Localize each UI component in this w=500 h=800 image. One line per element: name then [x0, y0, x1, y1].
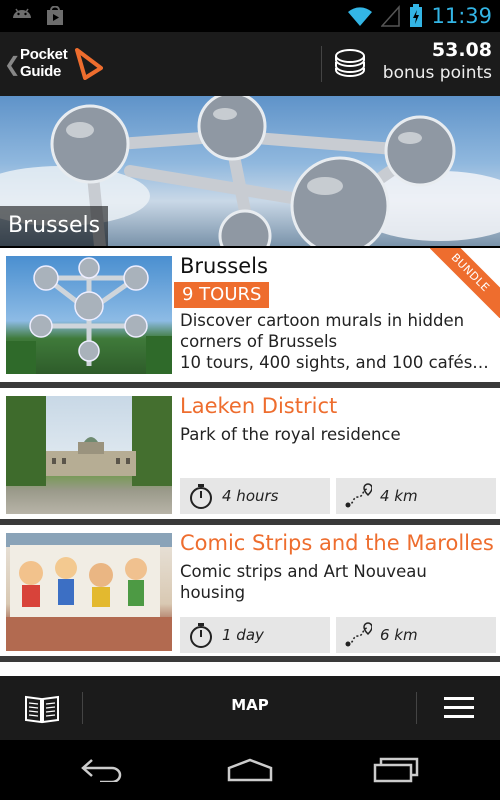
- list-item-comic-strips-marolles[interactable]: Comic Strips and the Marolles Comic stri…: [0, 525, 500, 656]
- distance-chip: 6 km: [336, 617, 496, 653]
- card-description-line1: Discover cartoon murals in hidden: [180, 311, 465, 330]
- distance-value: 6 km: [380, 626, 418, 644]
- card-title: Laeken District: [180, 394, 338, 418]
- duration-chip: 4 hours: [180, 478, 330, 514]
- pocket-guide-logo[interactable]: Pocket Guide: [20, 46, 110, 82]
- signal-icon: [381, 5, 401, 27]
- card-description-line1: Park of the royal residence: [180, 425, 401, 444]
- duration-value: 1 day: [222, 626, 264, 644]
- list-item-brussels-bundle[interactable]: Brussels 9 TOURS Discover cartoon murals…: [0, 248, 500, 382]
- bonus-points-label: bonus points: [382, 63, 492, 83]
- battery-charging-icon: [410, 4, 423, 27]
- header-divider: [321, 46, 322, 82]
- card-description: Comic strips and Art Nouveau housing: [180, 561, 496, 603]
- logo-arrow-icon: [75, 48, 103, 80]
- distance-value: 4 km: [380, 487, 418, 505]
- card-description-line2: corners of Brussels: [180, 332, 338, 351]
- bottom-action-bar: MAP: [0, 676, 500, 740]
- bottom-divider-right: [416, 692, 417, 724]
- system-nav-bar: [0, 740, 500, 800]
- bonus-points-value: 53.08: [431, 39, 492, 61]
- guide-book-icon[interactable]: [24, 694, 60, 724]
- comic-mural-thumbnail: [6, 533, 172, 651]
- bundle-ribbon-label: BUNDLE: [430, 248, 500, 318]
- android-icon: [13, 8, 31, 18]
- card-description-line3: 10 tours, 400 sights, and 100 cafés…: [180, 353, 489, 372]
- list-item-partial[interactable]: [0, 662, 500, 676]
- stopwatch-icon: [190, 484, 212, 509]
- back-chevron-icon[interactable]: ❮: [4, 52, 21, 76]
- recents-nav-icon[interactable]: [372, 756, 420, 784]
- card-title: Comic Strips and the Marolles: [180, 531, 494, 555]
- menu-icon[interactable]: [444, 696, 474, 720]
- clock: 11:39: [431, 4, 492, 28]
- laeken-thumbnail: [6, 396, 172, 514]
- card-description: Park of the royal residence: [180, 424, 496, 445]
- card-description-line2: housing: [180, 583, 246, 602]
- brussels-thumbnail: [6, 256, 172, 374]
- distance-chip: 4 km: [336, 478, 496, 514]
- card-description-line1: Comic strips and Art Nouveau: [180, 562, 427, 581]
- tours-count-badge: 9 TOURS: [174, 282, 270, 308]
- list-item-laeken-district[interactable]: Laeken District Park of the royal reside…: [0, 388, 500, 519]
- app-header: ❮ Pocket Guide 53.08 bonus points: [0, 32, 500, 96]
- logo-text-line1: Pocket: [20, 46, 68, 63]
- route-icon: [345, 622, 372, 647]
- wifi-icon: [348, 7, 373, 26]
- duration-chip: 1 day: [180, 617, 330, 653]
- home-nav-icon[interactable]: [226, 758, 274, 782]
- map-button[interactable]: MAP: [200, 696, 300, 714]
- route-icon: [345, 483, 372, 508]
- hero-city-title: Brussels: [0, 206, 109, 246]
- stopwatch-icon: [190, 623, 212, 648]
- back-nav-icon[interactable]: [80, 758, 126, 782]
- coins-icon[interactable]: [333, 48, 367, 78]
- logo-text-line2: Guide: [20, 63, 62, 80]
- tour-list[interactable]: Brussels 9 TOURS Discover cartoon murals…: [0, 248, 500, 676]
- bonus-points[interactable]: 53.08 bonus points: [383, 38, 492, 84]
- play-store-icon: [47, 6, 63, 25]
- bottom-divider-left: [82, 692, 83, 724]
- bundle-ribbon: BUNDLE: [430, 248, 500, 318]
- status-bar: 11:39: [0, 0, 500, 32]
- duration-value: 4 hours: [222, 487, 279, 505]
- card-description: Discover cartoon murals in hidden corner…: [180, 310, 496, 373]
- hero-image: Brussels: [0, 96, 500, 246]
- card-title: Brussels: [180, 254, 268, 278]
